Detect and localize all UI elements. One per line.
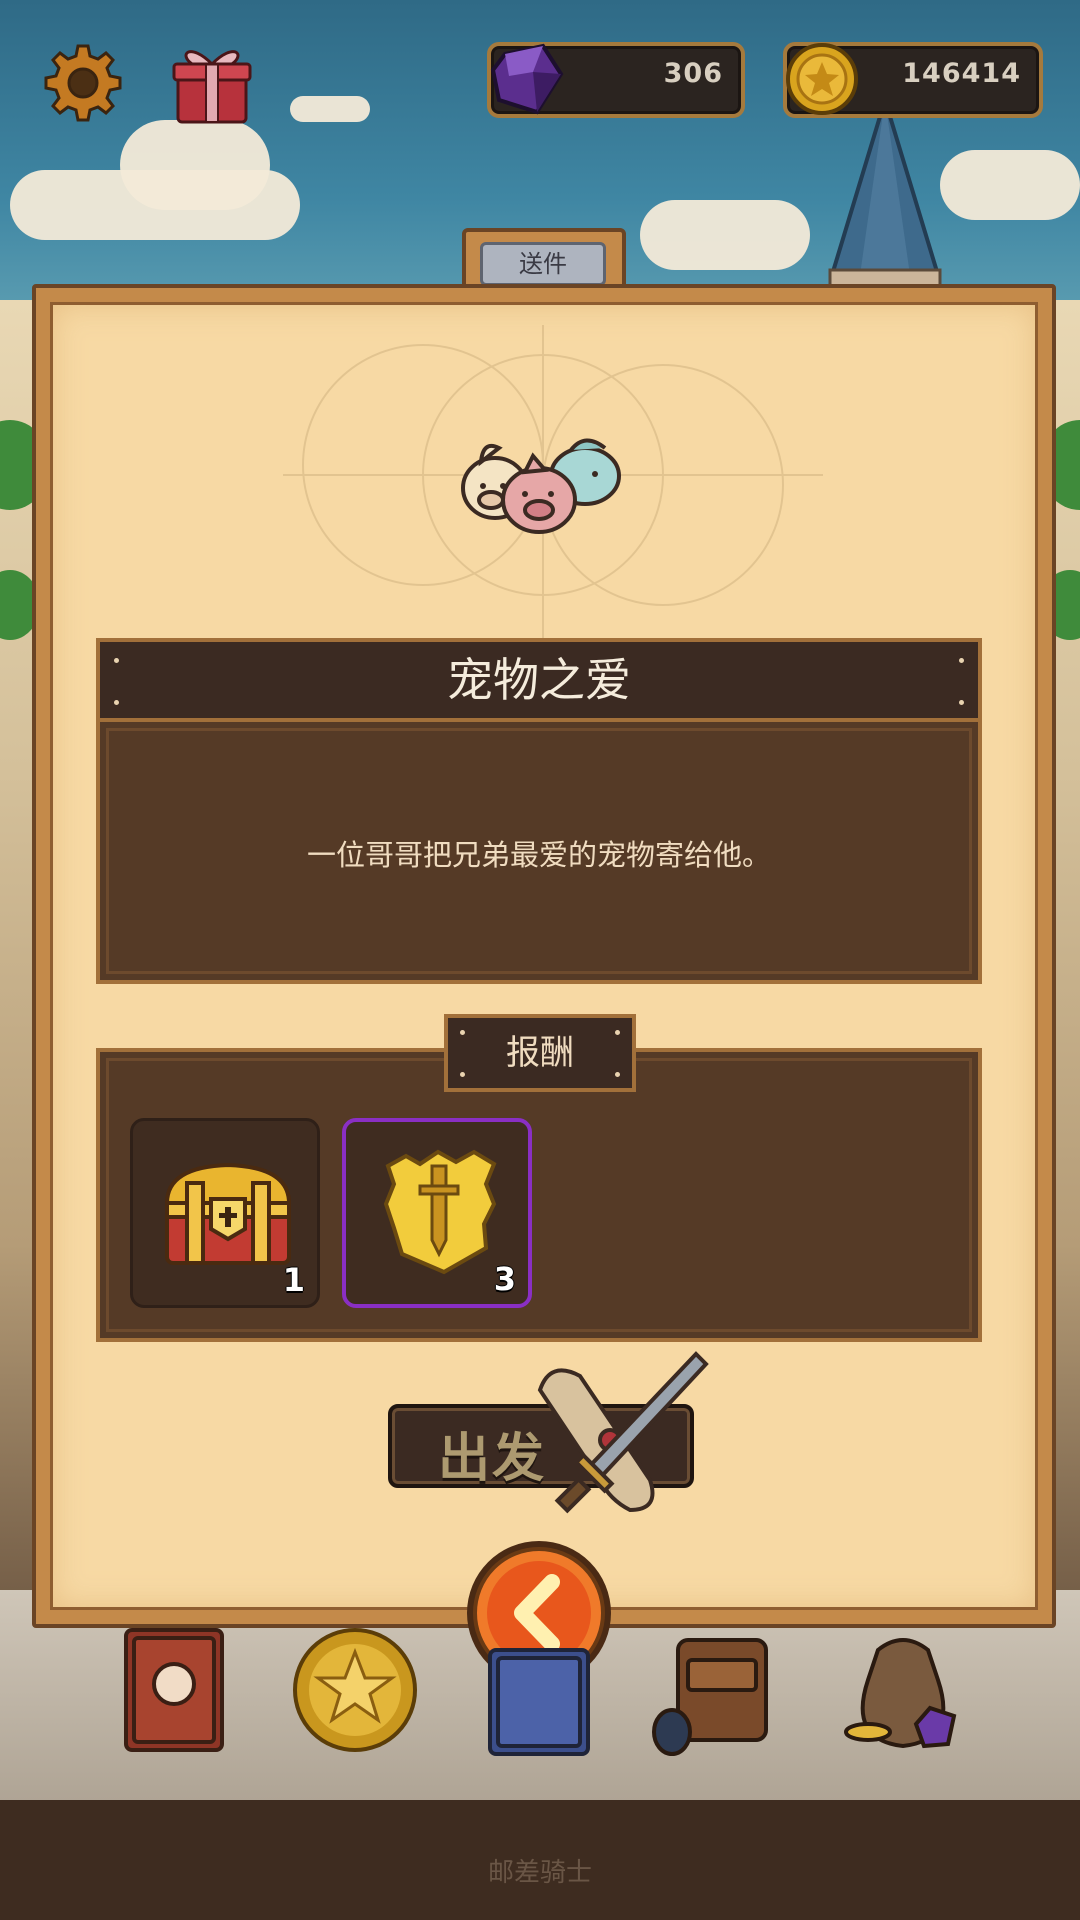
scroll-sword-icon — [537, 1351, 709, 1514]
gift-icon[interactable] — [170, 40, 254, 126]
reward-count: 3 — [493, 1260, 516, 1298]
quest-description: 一位哥哥把兄弟最爱的宠物寄给他。 — [306, 838, 771, 872]
rivet — [460, 1030, 465, 1035]
quest-description-box: 一位哥哥把兄弟最爱的宠物寄给他。 — [96, 722, 982, 984]
scroll-book-icon[interactable] — [474, 1620, 604, 1760]
rivet — [959, 700, 964, 705]
cloud — [120, 120, 270, 210]
rivet — [959, 658, 964, 663]
treasure-chest-icon — [164, 1162, 292, 1265]
star-coin-icon[interactable] — [290, 1620, 420, 1760]
rivet — [615, 1072, 620, 1077]
rivet — [460, 1072, 465, 1077]
gem-counter[interactable]: 306 — [487, 42, 745, 118]
rivet — [114, 700, 119, 705]
quest-title: 宠物之爱 — [96, 638, 982, 722]
pets-illustration — [461, 438, 621, 534]
coin-count: 146414 — [902, 58, 1021, 89]
app-title: 邮差骑士 — [487, 1858, 592, 1888]
dialog-tab-label: 送件 — [480, 242, 606, 286]
quest-title-text: 宠物之爱 — [447, 653, 631, 707]
book-icon[interactable] — [112, 1620, 242, 1760]
treasure-bag-icon[interactable] — [838, 1620, 968, 1760]
gem-count: 306 — [663, 58, 723, 89]
reward-count: 1 — [282, 1261, 305, 1299]
rivet — [615, 1030, 620, 1035]
gold-coin-icon — [786, 43, 858, 115]
reward-slot-chest[interactable]: 1 — [130, 1118, 320, 1308]
reward-header-text: 报酬 — [506, 1033, 574, 1073]
reward-header: 报酬 — [444, 1014, 636, 1092]
cloud — [940, 150, 1080, 220]
backpack-icon[interactable] — [648, 1620, 778, 1760]
reward-slot-emblem[interactable]: 3 — [342, 1118, 532, 1308]
gear-icon[interactable] — [42, 42, 124, 124]
coin-counter[interactable]: 146414 — [783, 42, 1043, 118]
cloud — [290, 96, 370, 122]
purple-gem-icon — [490, 43, 564, 115]
cloud — [640, 200, 810, 270]
rivet — [114, 658, 119, 663]
